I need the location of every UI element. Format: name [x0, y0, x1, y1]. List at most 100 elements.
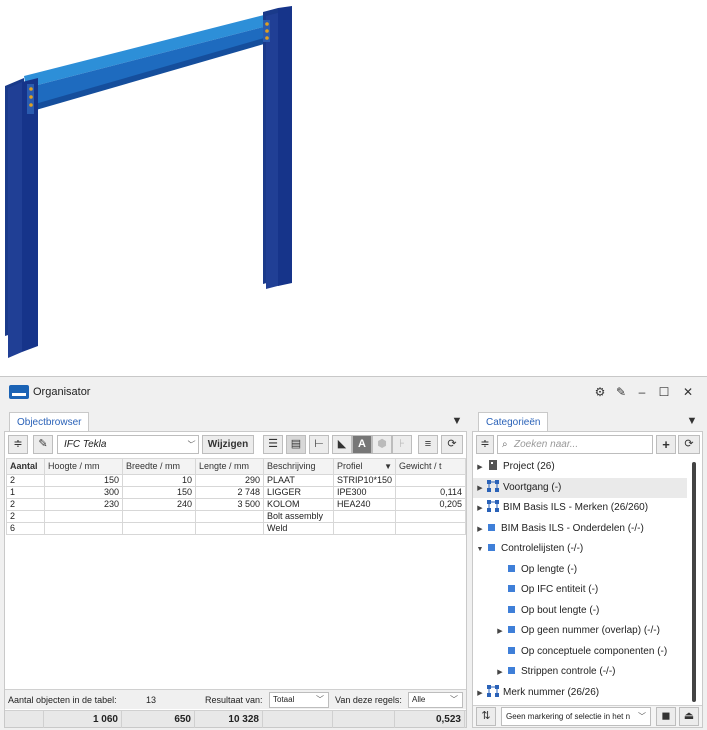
bolt: [265, 29, 269, 33]
category-tree-item[interactable]: Op IFC entiteit (-): [473, 580, 687, 600]
cell-aantal: 1: [6, 486, 45, 499]
rules-label: Van deze regels:: [335, 695, 402, 705]
add-category-button[interactable]: +: [656, 435, 676, 454]
collapsed-arrow-icon[interactable]: ▶: [475, 684, 485, 703]
window-title: Organisator: [33, 386, 91, 398]
table-row[interactable]: 2 Bolt assembly: [6, 510, 466, 523]
cell-hoogte: [44, 510, 123, 523]
category-filter-button[interactable]: ≑: [476, 435, 494, 454]
category-tree-item[interactable]: Op lengte (-): [473, 560, 687, 580]
column-header-hoogte[interactable]: Hoogte / mm: [44, 458, 123, 475]
square-icon: [508, 564, 515, 572]
category-tree-item-label: Controlelijsten (-/-): [501, 543, 584, 554]
cell-hoogte: 300: [44, 486, 123, 499]
tab-categories[interactable]: Categorieën: [478, 412, 549, 432]
column-header-lengte[interactable]: Lengte / mm: [195, 458, 264, 475]
bolt: [29, 95, 33, 99]
cell-profiel: IPE300: [333, 486, 396, 499]
category-tree-item[interactable]: Op conceptuele componenten (-): [473, 642, 687, 662]
category-tree-item[interactable]: ▶ Op geen nummer (overlap) (-/-): [473, 621, 687, 641]
text-display-icon[interactable]: A: [352, 435, 372, 454]
model-viewport[interactable]: [0, 0, 707, 376]
column-header-breedte[interactable]: Breedte / mm: [122, 458, 196, 475]
color-objects-icon[interactable]: ◼: [656, 707, 676, 726]
category-tree-item[interactable]: ▶ BIM Basis ILS - Merken (26/260): [473, 498, 687, 518]
category-tree-item[interactable]: ▶ Voortgang (-): [473, 477, 687, 499]
network-icon: [487, 500, 499, 512]
left-column-web: [8, 82, 22, 358]
column-header-beschrijving[interactable]: Beschrijving: [263, 458, 334, 475]
category-tree-item[interactable]: ▼ Controlelijsten (-/-): [473, 539, 687, 559]
edit-button[interactable]: Wijzigen: [202, 435, 254, 454]
total-beschrijving: [263, 711, 333, 728]
square-icon: [508, 646, 515, 654]
cell-beschrijving: Weld: [263, 522, 334, 535]
accent-mode-icon[interactable]: ◣: [332, 435, 352, 454]
column-header-aantal[interactable]: Aantal: [6, 458, 45, 475]
category-search-input[interactable]: ⌕ Zoeken naar...: [497, 435, 653, 454]
sort-icon[interactable]: ⇅: [476, 707, 496, 726]
tab-objectbrowser[interactable]: Objectbrowser: [9, 412, 90, 432]
category-tree-item[interactable]: ▶ BIM Basis ILS - Onderdelen (-/-): [473, 519, 687, 539]
collapsed-arrow-icon[interactable]: ▶: [475, 499, 485, 519]
collapsed-arrow-icon[interactable]: ▶: [475, 458, 485, 478]
categories-footer: ⇅ Geen markering of selectie in het n ﹀ ◼…: [473, 705, 702, 727]
organizer-window: Organisator ⚙ ✎ – ☐ ✕ Objectbrowser ▼ ≑ …: [0, 376, 707, 730]
column-width-icon[interactable]: ⊢: [309, 435, 329, 454]
menu-lines-icon[interactable]: ≡: [418, 435, 438, 454]
collapsed-arrow-icon[interactable]: ▶: [495, 663, 505, 683]
pin-icon[interactable]: ✎: [613, 384, 629, 400]
minimize-button[interactable]: –: [634, 384, 650, 400]
tree-scrollbar[interactable]: [692, 462, 696, 702]
category-tree-item-label: BIM Basis ILS - Merken (26/260): [503, 502, 649, 513]
network-icon: [487, 479, 499, 492]
cell-hoogte: 230: [44, 498, 123, 511]
list-view-icon[interactable]: ☰: [263, 435, 283, 454]
cell-lengte: 3 500: [195, 498, 264, 511]
filter-select[interactable]: IFC Tekla ﹀: [57, 435, 199, 454]
collapsed-arrow-icon[interactable]: ▶: [475, 520, 485, 540]
marking-select[interactable]: Geen markering of selectie in het n ﹀: [501, 707, 651, 726]
category-tree-item[interactable]: ▶ Project (26): [473, 457, 687, 477]
result-select[interactable]: Totaal ﹀: [269, 692, 329, 708]
cell-hoogte: [44, 522, 123, 535]
categories-menu-arrow-icon[interactable]: ▼: [684, 413, 700, 429]
count-label: Aantal objecten in de tabel:: [8, 695, 117, 705]
table-row[interactable]: 1 300 150 2 748 LIGGER IPE300 0,114: [6, 486, 466, 499]
category-tree-item[interactable]: ▶ Merk nummer (26/26): [473, 683, 687, 703]
column-header-profiel[interactable]: Profiel ▼: [333, 458, 396, 475]
hierarchy-icon[interactable]: ⊦: [392, 435, 412, 454]
collapsed-arrow-icon[interactable]: ▶: [495, 622, 505, 642]
objectbrowser-panel: ≑ ✎ IFC Tekla ﹀ Wijzigen ☰ ▤ ⊢ ◣ A ⬢ ⊦ ≡ …: [4, 431, 467, 728]
category-tree-item[interactable]: Op bout lengte (-): [473, 601, 687, 621]
settings-gear-icon[interactable]: ⚙: [592, 384, 608, 400]
object-display-icon[interactable]: ⬢: [372, 435, 392, 454]
cell-breedte: 240: [122, 498, 196, 511]
cell-lengte: [195, 522, 264, 535]
refresh-icon[interactable]: ⟳: [441, 435, 463, 454]
refresh-categories-icon[interactable]: ⟳: [678, 435, 700, 454]
expanded-arrow-icon[interactable]: ▼: [475, 540, 485, 560]
table-row[interactable]: 2 230 240 3 500 KOLOM HEA240 0,205: [6, 498, 466, 511]
table-row[interactable]: 6 Weld: [6, 522, 466, 535]
cell-hoogte: 150: [44, 474, 123, 487]
cell-gewicht: 0,205: [395, 498, 466, 511]
cell-breedte: 150: [122, 486, 196, 499]
table-row[interactable]: 2 150 10 290 PLAAT STRIP10*150: [6, 474, 466, 487]
category-tree: ▶ Project (26) ▶ Voortgang (-) ▶ BIM Basis IL…: [473, 457, 687, 702]
cell-profiel: [333, 510, 396, 523]
rules-select[interactable]: Alle ﹀: [408, 692, 463, 708]
maximize-button[interactable]: ☐: [656, 384, 672, 400]
table-view-icon[interactable]: ▤: [286, 435, 306, 454]
collapsed-arrow-icon[interactable]: ▶: [475, 479, 485, 499]
column-header-gewicht[interactable]: Gewicht / t: [395, 458, 466, 475]
category-tree-item-label: Op lengte (-): [521, 563, 578, 575]
eject-icon[interactable]: ⏏: [679, 707, 699, 726]
panel-menu-arrow-icon[interactable]: ▼: [449, 413, 465, 429]
pin-icon[interactable]: ✎: [33, 435, 53, 454]
close-button[interactable]: ✕: [680, 384, 696, 400]
left-column-flange-front: [22, 78, 38, 352]
filter-menu-button[interactable]: ≑: [8, 435, 28, 454]
category-tree-item[interactable]: ▶ Strippen controle (-/-): [473, 662, 687, 682]
square-icon: [508, 585, 515, 592]
